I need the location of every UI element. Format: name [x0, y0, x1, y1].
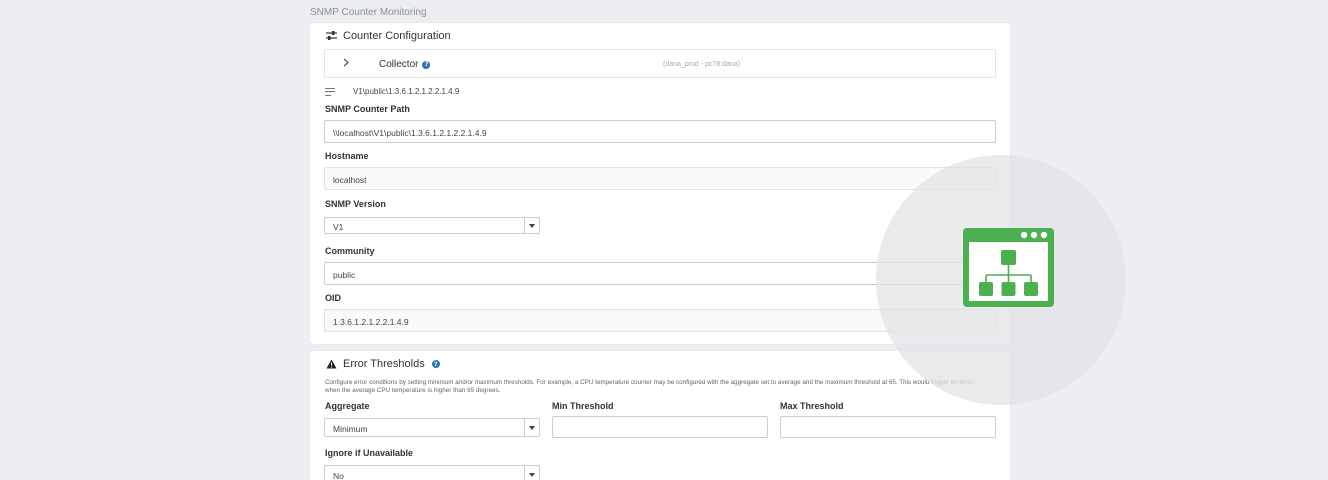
snmp-version-label: SNMP Version	[325, 199, 386, 209]
hostname-label: Hostname	[325, 151, 369, 161]
counter-path-text: V1\public\1.3.6.1.2.1.2.2.1.4.9	[353, 87, 460, 96]
ignore-if-unavailable-label: Ignore if Unavailable	[325, 448, 414, 458]
dropdown-arrow-icon[interactable]	[524, 466, 539, 480]
lines-icon	[325, 87, 335, 96]
dropdown-arrow-icon[interactable]	[524, 419, 539, 436]
ignore-if-unavailable-value: No	[333, 471, 344, 480]
error-thresholds-description: Configure error conditions by setting mi…	[325, 379, 973, 394]
chevron-right-icon[interactable]	[343, 58, 349, 70]
hostname-input[interactable]: localhost	[324, 167, 996, 190]
counter-configuration-header: Counter Configuration	[325, 30, 451, 42]
aggregate-label: Aggregate	[325, 401, 370, 411]
snmp-version-select[interactable]: V1	[324, 217, 540, 234]
ignore-if-unavailable-select[interactable]: No	[324, 465, 540, 480]
help-icon[interactable]: ?	[422, 60, 431, 69]
aggregate-value: Minimum	[333, 424, 368, 434]
min-threshold-input[interactable]	[552, 416, 768, 438]
error-thresholds-title: Error Thresholds	[343, 358, 425, 370]
aggregate-select[interactable]: Minimum	[324, 418, 540, 437]
max-threshold-input[interactable]	[780, 416, 996, 438]
collector-expander[interactable]: Collector ? (dana_prod - pc78.dana)	[324, 49, 996, 78]
help-icon[interactable]: ?	[431, 360, 440, 368]
error-thresholds-header: Error Thresholds ?	[325, 358, 440, 370]
collector-label: Collector	[379, 59, 419, 70]
counter-configuration-title: Counter Configuration	[343, 30, 451, 42]
oid-label: OID	[325, 293, 342, 303]
page-title: SNMP Counter Monitoring	[310, 7, 427, 18]
snmp-version-value: V1	[333, 222, 344, 232]
min-threshold-label: Min Threshold	[552, 401, 614, 411]
sliders-icon	[325, 30, 337, 42]
network-tree-window-icon	[963, 228, 1054, 307]
snmp-counter-path-input[interactable]: \\localhost\V1\public\1.3.6.1.2.1.2.2.1.…	[324, 120, 996, 143]
counter-path-display: V1\public\1.3.6.1.2.1.2.2.1.4.9	[325, 87, 459, 96]
dropdown-arrow-icon[interactable]	[524, 218, 539, 233]
max-threshold-label: Max Threshold	[780, 401, 844, 411]
collector-label-group: Collector ?	[379, 59, 431, 70]
warning-icon	[325, 358, 337, 370]
community-label: Community	[325, 246, 375, 256]
collector-value: (dana_prod - pc78.dana)	[663, 61, 741, 68]
error-thresholds-panel: Error Thresholds ? Configure error condi…	[310, 351, 1010, 480]
snmp-counter-path-label: SNMP Counter Path	[325, 104, 410, 114]
